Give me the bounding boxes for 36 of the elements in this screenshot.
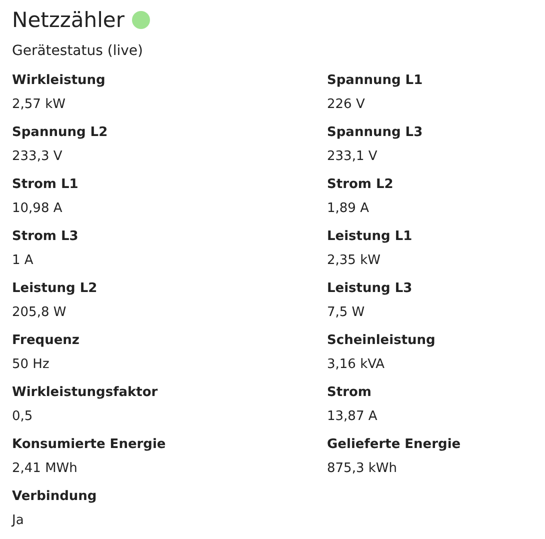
field-value: 2,57 kW [12,96,66,114]
field-label: Strom L2 [327,176,394,194]
field-label: Wirkleistungsfaktor [12,384,158,402]
field-label: Konsumierte Energie [12,436,166,454]
field-label: Strom L3 [12,228,78,246]
field-value: 0,5 [12,408,33,426]
field-label: Verbindung [12,488,97,506]
section-subtitle: Gerätestatus (live) [12,42,144,61]
field-value: 875,3 kWh [327,460,397,478]
field-value: 233,1 V [327,148,378,166]
field-label: Leistung L2 [12,280,98,298]
page-title: Netzzähler [12,7,124,34]
field-label: Wirkleistung [12,72,106,90]
field-label: Scheinleistung [327,332,436,350]
field-value: 226 V [327,96,365,114]
field-label: Strom L1 [12,176,78,194]
field-value: 205,8 W [12,304,66,322]
field-value: 10,98 A [12,200,62,218]
field-value: 1 A [12,252,34,270]
field-label: Spannung L2 [12,124,108,142]
field-label: Spannung L3 [327,124,423,142]
field-label: Leistung L1 [327,228,412,246]
field-value: 50 Hz [12,356,50,374]
field-value: 2,41 MWh [12,460,78,478]
field-label: Spannung L1 [327,72,423,90]
field-value: 1,89 A [327,200,369,218]
field-value: 13,87 A [327,408,378,426]
field-label: Gelieferte Energie [327,436,461,454]
field-value: 233,3 V [12,148,62,166]
field-label: Leistung L3 [327,280,412,298]
field-value: Ja [12,512,24,530]
field-value: 3,16 kVA [327,356,385,374]
field-label: Frequenz [12,332,80,350]
field-value: 2,35 kW [327,252,380,270]
field-label: Strom [327,384,372,402]
field-value: 7,5 W [327,304,365,322]
